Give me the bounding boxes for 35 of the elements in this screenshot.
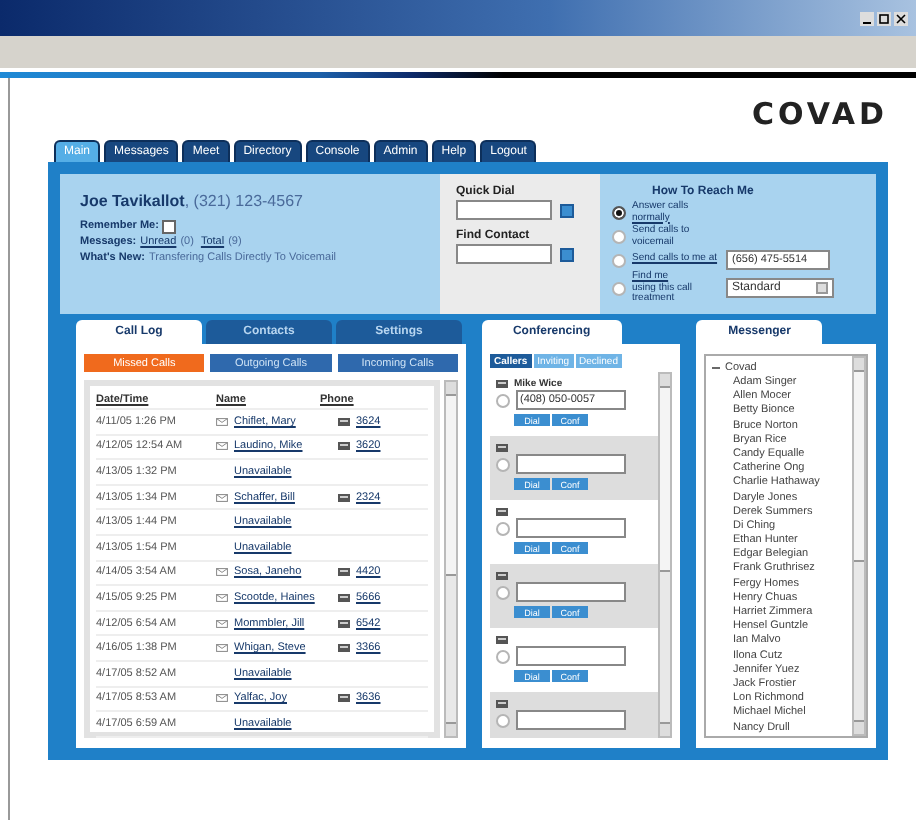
number-field[interactable] xyxy=(515,710,626,730)
radio-button[interactable] xyxy=(612,206,626,220)
radio-button[interactable] xyxy=(612,230,626,244)
window-controls-icon[interactable] xyxy=(860,11,908,25)
number-field[interactable] xyxy=(515,646,626,666)
radio-button[interactable] xyxy=(495,585,510,599)
scrollbar[interactable] xyxy=(658,372,673,738)
envelope-icon[interactable] xyxy=(216,644,228,653)
radio-button[interactable] xyxy=(495,713,510,727)
envelope-icon[interactable] xyxy=(216,568,228,577)
number-field[interactable] xyxy=(515,518,626,538)
quick-dial-field[interactable] xyxy=(456,200,552,220)
radio-button[interactable] xyxy=(612,253,626,267)
logo: COVAD xyxy=(751,96,888,132)
radio-button[interactable] xyxy=(495,521,510,535)
envelope-icon[interactable] xyxy=(216,417,228,426)
find-contact-field[interactable] xyxy=(456,244,552,264)
envelope-icon[interactable] xyxy=(216,493,228,502)
user-name: Joe Tavikallot, (321) 123-4567 xyxy=(80,192,305,210)
radio-button[interactable] xyxy=(495,457,510,471)
envelope-icon[interactable] xyxy=(216,442,228,451)
scrollbar[interactable] xyxy=(852,356,866,736)
envelope-icon[interactable] xyxy=(216,593,228,602)
radio-button[interactable] xyxy=(495,393,510,407)
number-field[interactable] xyxy=(515,454,626,474)
envelope-icon[interactable] xyxy=(216,619,228,628)
number-field[interactable] xyxy=(515,582,626,602)
radio-button[interactable] xyxy=(495,649,510,663)
remember-checkbox[interactable] xyxy=(162,219,177,233)
scrollbar[interactable] xyxy=(443,380,458,738)
go-button[interactable] xyxy=(560,247,574,261)
radio-button[interactable] xyxy=(612,281,626,296)
go-button[interactable] xyxy=(560,203,574,217)
envelope-icon[interactable] xyxy=(216,694,228,703)
collapse-icon[interactable] xyxy=(712,364,721,372)
